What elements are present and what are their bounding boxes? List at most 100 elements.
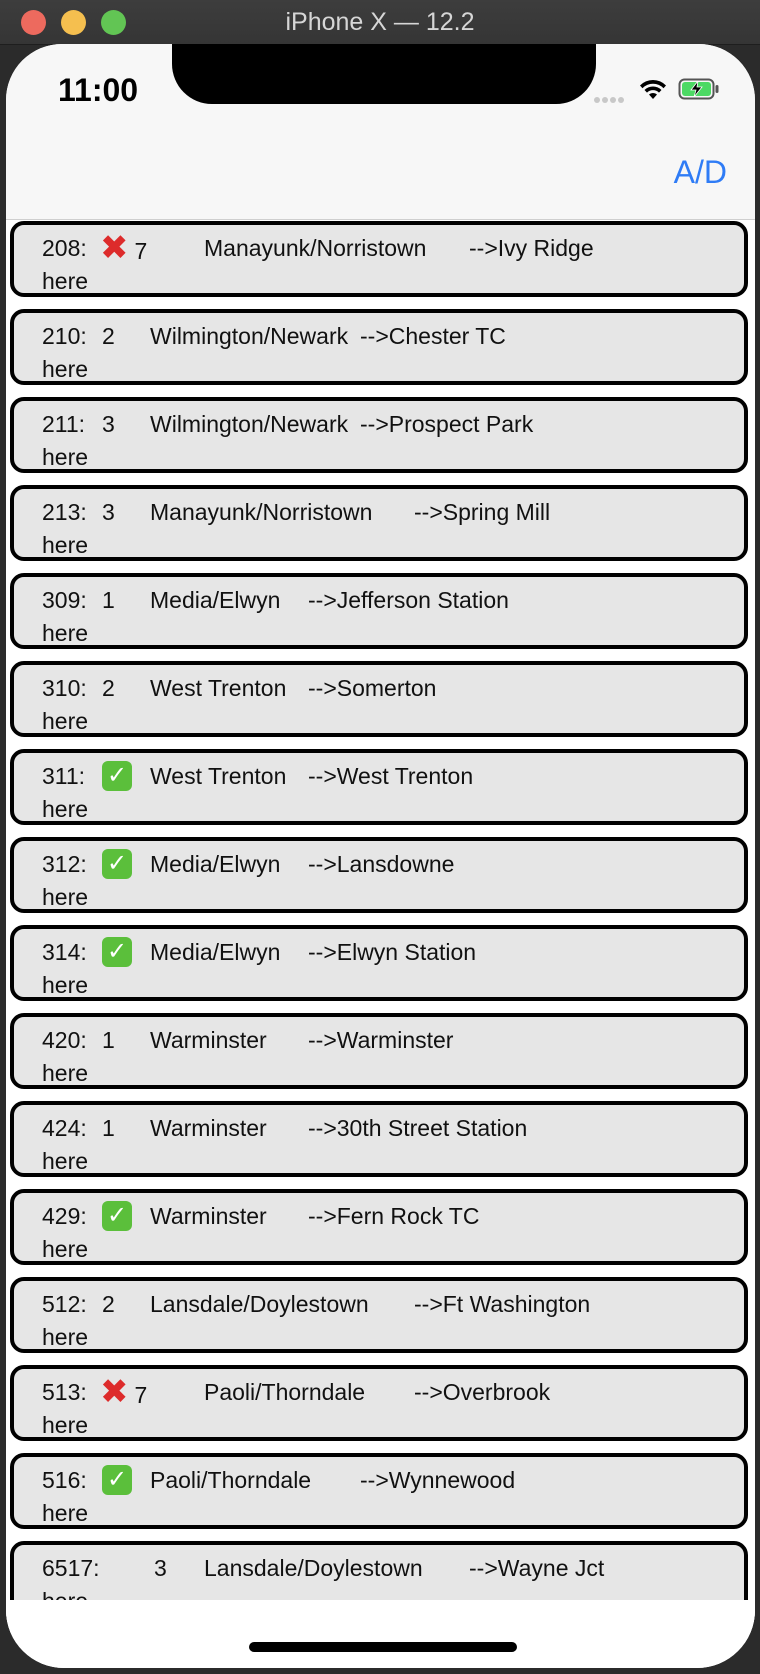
train-number: 211: bbox=[42, 411, 86, 437]
train-line: Media/Elwyn bbox=[150, 587, 281, 613]
on-time-check-icon: ✓ bbox=[102, 937, 132, 967]
train-location-note: here bbox=[42, 268, 89, 294]
train-number: 210: bbox=[42, 323, 87, 349]
on-time-check-icon: ✓ bbox=[102, 849, 132, 879]
train-destination: -->Lansdowne bbox=[308, 851, 455, 877]
train-row[interactable]: 513: ✖ 7 Paoli/Thorndale -->Overbrook here bbox=[10, 1365, 748, 1441]
train-destination: -->Wayne Jct bbox=[469, 1555, 605, 1581]
wifi-icon bbox=[640, 79, 666, 99]
arrivals-departures-toggle-button[interactable]: A/D bbox=[674, 154, 727, 191]
train-destination: -->Ft Washington bbox=[414, 1291, 591, 1317]
train-row[interactable]: 311: ✓ West Trenton -->West Trenton here bbox=[10, 749, 748, 825]
train-location-note: here bbox=[42, 620, 89, 646]
train-number: 516: bbox=[42, 1467, 87, 1493]
train-destination: -->Wynnewood bbox=[360, 1467, 516, 1493]
train-destination: -->Jefferson Station bbox=[308, 587, 509, 613]
train-destination: -->Somerton bbox=[308, 675, 437, 701]
train-row[interactable]: 309: 1 Media/Elwyn -->Jefferson Station here bbox=[10, 573, 748, 649]
train-destination: -->Warminster bbox=[308, 1027, 454, 1053]
battery-charging-icon bbox=[678, 78, 719, 100]
home-indicator-area bbox=[6, 1600, 755, 1668]
train-destination: -->West Trenton bbox=[308, 763, 474, 789]
train-line: Manayunk/Norristown bbox=[204, 235, 427, 261]
minutes-late: 1 bbox=[102, 587, 115, 613]
train-line: Paoli/Thorndale bbox=[204, 1379, 366, 1405]
train-number: 424: bbox=[42, 1115, 87, 1141]
train-line: West Trenton bbox=[150, 763, 287, 789]
train-location-note: here bbox=[42, 1236, 89, 1262]
minutes-late: 2 bbox=[102, 675, 115, 701]
minutes-late: 7 bbox=[134, 1382, 148, 1408]
train-destination: -->Spring Mill bbox=[414, 499, 551, 525]
train-row[interactable]: 211: 3 Wilmington/Newark -->Prospect Park he… bbox=[10, 397, 748, 473]
train-row[interactable]: 210: 2 Wilmington/Newark -->Chester TC here bbox=[10, 309, 748, 385]
on-time-check-icon: ✓ bbox=[102, 1201, 132, 1231]
train-row[interactable]: 420: 1 Warminster -->Warminster here bbox=[10, 1013, 748, 1089]
train-destination: -->Prospect Park bbox=[360, 411, 534, 437]
train-row[interactable]: 516: ✓ Paoli/Thorndale -->Wynnewood here bbox=[10, 1453, 748, 1529]
train-line: Warminster bbox=[150, 1115, 267, 1141]
home-indicator[interactable] bbox=[249, 1642, 517, 1652]
train-row[interactable]: 314: ✓ Media/Elwyn -->Elwyn Station here bbox=[10, 925, 748, 1001]
minutes-late: 3 bbox=[102, 411, 115, 437]
late-status: ✖ 7 bbox=[100, 1373, 148, 1411]
minutes-late: 7 bbox=[134, 238, 148, 264]
train-location-note: here bbox=[42, 1500, 89, 1526]
train-line: Manayunk/Norristown bbox=[150, 499, 373, 525]
train-row[interactable]: 424: 1 Warminster -->30th Street Station her… bbox=[10, 1101, 748, 1177]
train-location-note: here bbox=[42, 796, 89, 822]
train-destination: -->Overbrook bbox=[414, 1379, 551, 1405]
train-location-note: here bbox=[42, 884, 89, 910]
train-location-note: here bbox=[42, 356, 89, 382]
train-destination: -->Fern Rock TC bbox=[308, 1203, 480, 1229]
train-location-note: here bbox=[42, 444, 89, 470]
train-row[interactable]: 310: 2 West Trenton -->Somerton here bbox=[10, 661, 748, 737]
train-location-note: here bbox=[42, 532, 89, 558]
train-line: Warminster bbox=[150, 1203, 267, 1229]
minutes-late: 1 bbox=[102, 1115, 115, 1141]
train-number: 310: bbox=[42, 675, 87, 701]
iphone-screen: 11:00 A/D 208: ✖ 7 Manayunk/Norristown -->Iv… bbox=[6, 44, 755, 1668]
train-line: Lansdale/Doylestown bbox=[204, 1555, 423, 1581]
minutes-late: 2 bbox=[102, 1291, 115, 1317]
minutes-late: 2 bbox=[102, 323, 115, 349]
train-list[interactable]: 208: ✖ 7 Manayunk/Norristown -->Ivy Ridge her… bbox=[6, 220, 755, 1644]
status-bar-time: 11:00 bbox=[58, 72, 139, 108]
minutes-late: 3 bbox=[154, 1555, 167, 1581]
train-row[interactable]: 208: ✖ 7 Manayunk/Norristown -->Ivy Ridge her… bbox=[10, 221, 748, 297]
train-location-note: here bbox=[42, 972, 89, 998]
train-location-note: here bbox=[42, 1148, 89, 1174]
train-location-note: here bbox=[42, 708, 89, 734]
late-cross-icon: ✖ bbox=[100, 229, 129, 267]
train-line: Paoli/Thorndale bbox=[150, 1467, 312, 1493]
train-location-note: here bbox=[42, 1324, 89, 1350]
train-destination: -->Chester TC bbox=[360, 323, 506, 349]
late-cross-icon: ✖ bbox=[100, 1373, 129, 1411]
train-line: West Trenton bbox=[150, 675, 287, 701]
train-number: 309: bbox=[42, 587, 87, 613]
on-time-check-icon: ✓ bbox=[102, 761, 132, 791]
train-number: 6517: bbox=[42, 1555, 100, 1581]
navigation-bar: 11:00 A/D bbox=[6, 44, 755, 220]
train-line: Wilmington/Newark bbox=[150, 411, 349, 437]
on-time-check-icon: ✓ bbox=[102, 1465, 132, 1495]
train-number: 314: bbox=[42, 939, 87, 965]
train-number: 311: bbox=[42, 763, 86, 789]
train-number: 213: bbox=[42, 499, 87, 525]
train-line: Media/Elwyn bbox=[150, 939, 281, 965]
train-location-note: here bbox=[42, 1060, 89, 1086]
minutes-late: 3 bbox=[102, 499, 115, 525]
train-number: 208: bbox=[42, 235, 87, 261]
train-number: 512: bbox=[42, 1291, 87, 1317]
cellular-signal-icon bbox=[594, 90, 630, 103]
train-row[interactable]: 512: 2 Lansdale/Doylestown -->Ft Washington… bbox=[10, 1277, 748, 1353]
window-title: iPhone X — 12.2 bbox=[285, 8, 475, 36]
train-row[interactable]: 429: ✓ Warminster -->Fern Rock TC here bbox=[10, 1189, 748, 1265]
train-location-note: here bbox=[42, 1412, 89, 1438]
train-row[interactable]: 312: ✓ Media/Elwyn -->Lansdowne here bbox=[10, 837, 748, 913]
train-line: Warminster bbox=[150, 1027, 267, 1053]
minutes-late: 1 bbox=[102, 1027, 115, 1053]
train-destination: -->30th Street Station bbox=[308, 1115, 528, 1141]
train-row[interactable]: 213: 3 Manayunk/Norristown -->Spring Mill he… bbox=[10, 485, 748, 561]
train-number: 312: bbox=[42, 851, 87, 877]
